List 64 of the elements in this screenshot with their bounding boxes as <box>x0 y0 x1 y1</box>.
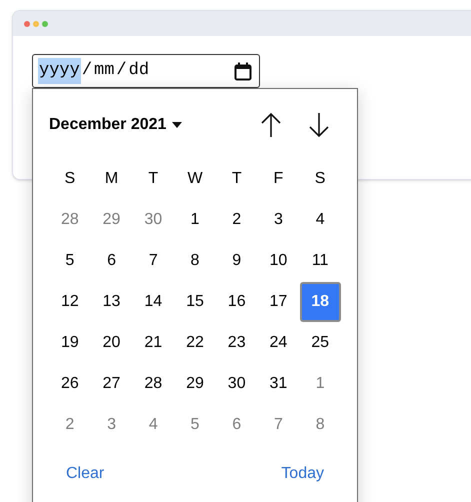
day-cell[interactable]: 4 <box>300 200 341 240</box>
caret-icon <box>172 122 182 128</box>
weekday-label: S <box>314 168 326 188</box>
day-cell[interactable]: 1 <box>174 200 216 240</box>
day-cell[interactable]: 23 <box>216 322 258 362</box>
day-cell[interactable]: 9 <box>216 240 258 280</box>
weekday-label: S <box>64 168 76 188</box>
weekday-label: W <box>186 168 204 188</box>
previous-month-button[interactable] <box>259 111 283 139</box>
day-cell[interactable]: 5 <box>174 404 216 444</box>
day-cell[interactable]: 29 <box>91 200 132 240</box>
day-cell[interactable]: 28 <box>49 200 90 240</box>
day-cell[interactable]: 6 <box>91 240 132 280</box>
day-cell[interactable]: 1 <box>300 364 341 404</box>
date-segment[interactable]: / <box>80 58 94 84</box>
day-cell[interactable]: 4 <box>132 404 174 444</box>
up-arrow-icon <box>261 112 281 138</box>
day-cell[interactable]: 2 <box>216 200 258 240</box>
day-cell[interactable]: 27 <box>91 364 132 404</box>
day-cell[interactable]: 18 <box>300 282 341 322</box>
day-cell[interactable]: 6 <box>216 404 258 444</box>
date-segment[interactable]: mm <box>93 58 116 84</box>
clear-link[interactable]: Clear <box>66 462 104 486</box>
day-cell[interactable]: 8 <box>300 404 341 444</box>
day-cell[interactable]: 11 <box>300 240 341 280</box>
day-cell[interactable]: 14 <box>132 282 174 322</box>
day-cell[interactable]: 26 <box>49 364 90 404</box>
day-cell[interactable]: 2 <box>49 404 90 444</box>
day-cell[interactable]: 30 <box>132 200 174 240</box>
day-cell[interactable]: 25 <box>300 322 341 362</box>
day-cell[interactable]: 31 <box>258 364 299 404</box>
weekday-label: T <box>230 168 243 188</box>
day-cell[interactable]: 12 <box>49 282 90 322</box>
day-cell[interactable]: 20 <box>91 322 132 362</box>
calendar-icon[interactable] <box>234 62 252 80</box>
day-cell[interactable]: 7 <box>258 404 299 444</box>
day-cell[interactable]: 17 <box>258 282 299 322</box>
day-cell[interactable]: 10 <box>258 240 299 280</box>
weekday-label: M <box>104 168 120 188</box>
day-cell[interactable]: 22 <box>174 322 216 362</box>
day-cell[interactable]: 30 <box>216 364 258 404</box>
day-cell[interactable]: 13 <box>91 282 132 322</box>
day-cell[interactable]: 29 <box>174 364 216 404</box>
today-link[interactable]: Today <box>281 462 324 486</box>
day-cell[interactable]: 15 <box>174 282 216 322</box>
day-cell[interactable]: 3 <box>91 404 132 444</box>
day-cell[interactable]: 21 <box>132 322 174 362</box>
day-cell[interactable]: 7 <box>132 240 174 280</box>
date-segment[interactable]: yyyy <box>38 58 81 84</box>
day-cell[interactable]: 8 <box>174 240 216 280</box>
day-cell[interactable]: 5 <box>49 240 90 280</box>
day-cell[interactable]: 24 <box>258 322 299 362</box>
day-cell[interactable]: 16 <box>216 282 258 322</box>
month-year-selector[interactable]: December 2021 <box>49 113 182 137</box>
day-cell[interactable]: 3 <box>258 200 299 240</box>
day-cell[interactable]: 19 <box>49 322 90 362</box>
weekday-label: T <box>147 168 160 188</box>
date-segment[interactable]: dd <box>128 58 150 84</box>
weekday-label: F <box>272 168 284 188</box>
down-arrow-icon <box>309 112 329 138</box>
date-field[interactable]: yyyy/mm/dd <box>32 54 260 88</box>
day-cell[interactable]: 28 <box>132 364 174 404</box>
next-month-button[interactable] <box>307 111 331 139</box>
date-segment[interactable]: / <box>115 58 128 84</box>
